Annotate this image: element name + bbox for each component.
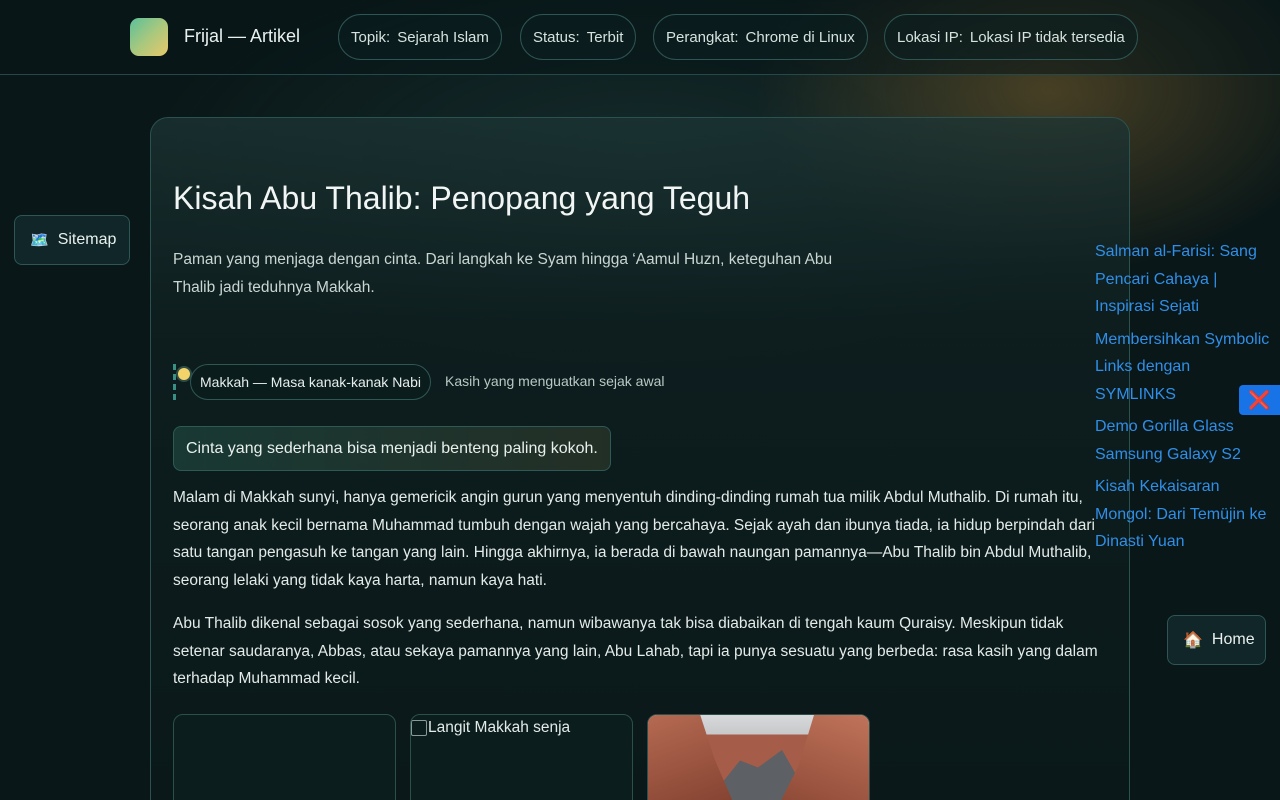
timeline-note: Kasih yang menguatkan sejak awal — [445, 373, 665, 389]
close-icon: ❌ — [1248, 389, 1271, 410]
close-panel-button[interactable]: ❌ — [1239, 385, 1280, 415]
timeline-dot-icon — [178, 368, 190, 380]
topic-key: Topik: — [351, 28, 391, 46]
home-button[interactable]: 🏠 Home — [1167, 615, 1266, 665]
timeline-line — [173, 364, 176, 400]
ip-location-pill: Lokasi IP: Lokasi IP tidak tersedia — [884, 14, 1138, 60]
related-link[interactable]: Salman al-Farisi: Sang Pencari Cahaya | … — [1095, 238, 1275, 321]
sitemap-label: Sitemap — [57, 231, 117, 248]
related-link[interactable]: Demo Gorilla Glass Samsung Galaxy S2 — [1095, 413, 1275, 468]
gallery-image-canyon[interactable] — [647, 714, 870, 800]
top-header: Frijal — Artikel Topik: Sejarah Islam St… — [0, 0, 1280, 75]
related-link[interactable]: Kisah Kekaisaran Mongol: Dari Temüjin ke… — [1095, 473, 1275, 556]
timeline-location-badge: Makkah — Masa kanak-kanak Nabi — [190, 364, 431, 400]
gallery-image[interactable] — [173, 714, 396, 800]
gallery-image-broken[interactable]: Langit Makkah senja — [410, 714, 633, 800]
highlight-quote: Cinta yang sederhana bisa menjadi benten… — [173, 426, 611, 471]
article-lead: Paman yang menjaga dengan cinta. Dari la… — [173, 251, 833, 296]
map-icon: 🗺️ — [30, 232, 49, 249]
site-logo[interactable] — [130, 18, 168, 56]
article-paragraph: Malam di Makkah sunyi, hanya gemericik a… — [173, 489, 1096, 589]
status-key: Status: — [533, 28, 580, 46]
topic-value: Sejarah Islam — [397, 28, 489, 46]
image-alt-label: Langit Makkah senja — [428, 719, 571, 736]
sitemap-button[interactable]: 🗺️ Sitemap — [14, 215, 130, 265]
image-alt-text: Langit Makkah senja — [411, 719, 570, 737]
status-value: Terbit — [586, 28, 624, 46]
article-title: Kisah Abu Thalib: Penopang yang Teguh — [173, 180, 751, 216]
article-paragraph: Abu Thalib dikenal sebagai sosok yang se… — [173, 615, 1098, 687]
broken-image-icon — [411, 720, 427, 736]
canyon-photo — [648, 715, 869, 800]
ip-key: Lokasi IP: — [897, 28, 963, 46]
brand-title[interactable]: Frijal — Artikel — [184, 26, 300, 47]
home-icon: 🏠 — [1183, 632, 1203, 649]
device-value: Chrome di Linux — [745, 28, 855, 46]
status-pill: Status: Terbit — [520, 14, 637, 60]
home-label: Home — [1211, 631, 1255, 648]
device-key: Perangkat: — [666, 28, 739, 46]
ip-value: Lokasi IP tidak tersedia — [969, 28, 1125, 46]
device-pill: Perangkat: Chrome di Linux — [653, 14, 868, 60]
topic-pill: Topik: Sejarah Islam — [338, 14, 502, 60]
